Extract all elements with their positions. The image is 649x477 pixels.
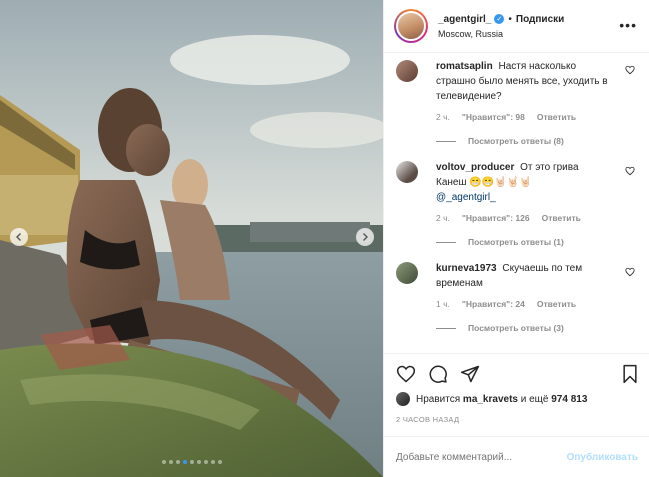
comment-item: kurneva1973 Скучаешь по тем временам 1 ч… xyxy=(396,261,639,309)
reply-button[interactable]: Ответить xyxy=(542,213,581,223)
post-header: _agentgirl_ ✓ • Подписки Moscow, Russia … xyxy=(384,0,649,53)
carousel-indicator xyxy=(0,460,383,464)
beach-photo-image xyxy=(0,0,383,477)
likes-summary[interactable]: Нравится ma_kravets и ещё 974 813 xyxy=(396,392,640,406)
carousel-dot xyxy=(217,460,222,464)
post-side-panel: _agentgirl_ ✓ • Подписки Moscow, Russia … xyxy=(383,0,649,477)
comment-bubble-icon[interactable] xyxy=(428,364,448,384)
add-comment-bar: Опубликовать xyxy=(384,436,649,477)
post-photo[interactable] xyxy=(0,0,383,477)
carousel-dot xyxy=(196,460,201,464)
carousel-dot xyxy=(168,460,173,464)
view-replies-label: Посмотреть ответы (1) xyxy=(468,237,564,247)
view-replies-label: Посмотреть ответы (3) xyxy=(468,323,564,333)
comment-like-count[interactable]: "Нравится": 98 xyxy=(462,112,525,122)
comment-username[interactable]: romatsaplin xyxy=(436,61,493,72)
comment-like-count[interactable]: "Нравится": 24 xyxy=(462,299,525,309)
author-avatar[interactable] xyxy=(396,11,426,41)
comment-time[interactable]: 2 ч. xyxy=(436,112,450,122)
likes-count[interactable]: 974 813 xyxy=(551,394,587,405)
comment-time[interactable]: 1 ч. xyxy=(436,299,450,309)
replies-divider xyxy=(436,241,456,243)
separator-bullet: • xyxy=(508,13,512,25)
carousel-dot xyxy=(210,460,215,464)
mention-link[interactable]: @_agentgirl_ xyxy=(436,192,496,203)
like-comment-heart-icon[interactable] xyxy=(625,65,635,75)
carousel-dot xyxy=(203,460,208,464)
chevron-right-icon xyxy=(363,233,368,241)
publish-comment-button[interactable]: Опубликовать xyxy=(567,452,638,463)
author-username[interactable]: _agentgirl_ xyxy=(438,14,491,25)
likes-middle: и ещё xyxy=(520,393,549,405)
share-paper-plane-icon[interactable] xyxy=(460,364,480,384)
comment-username[interactable]: voltov_producer xyxy=(436,162,514,173)
following-button[interactable]: Подписки xyxy=(516,14,564,25)
replies-divider xyxy=(436,327,456,329)
like-heart-icon[interactable] xyxy=(396,364,416,384)
chevron-left-icon xyxy=(16,233,21,241)
story-ring[interactable] xyxy=(394,9,428,43)
post-timestamp[interactable]: 2 ЧАСОВ НАЗАД xyxy=(396,415,640,424)
like-comment-heart-icon[interactable] xyxy=(625,267,635,277)
post-location[interactable]: Moscow, Russia xyxy=(438,29,564,39)
comment-item: romatsaplin Настя насколько страшно было… xyxy=(396,59,639,122)
carousel-prev-button[interactable] xyxy=(10,228,28,246)
comments-list[interactable]: romatsaplin Настя насколько страшно было… xyxy=(384,53,649,353)
carousel-dot-active xyxy=(182,460,187,464)
reply-button[interactable]: Ответить xyxy=(537,112,576,122)
liker-username[interactable]: ma_kravets xyxy=(463,394,518,405)
comment-item: voltov_producer От это грива Канеш 😁😁🤘🏻🤘… xyxy=(396,160,639,223)
view-replies-button[interactable]: Посмотреть ответы (3) xyxy=(396,323,639,333)
comment-time[interactable]: 2 ч. xyxy=(436,213,450,223)
comment-input[interactable] xyxy=(396,451,567,463)
like-comment-heart-icon[interactable] xyxy=(625,166,635,176)
more-options-icon[interactable]: ••• xyxy=(619,18,637,32)
commenter-avatar[interactable] xyxy=(396,262,418,284)
comment-username[interactable]: kurneva1973 xyxy=(436,263,497,274)
carousel-next-button[interactable] xyxy=(356,228,374,246)
bookmark-icon[interactable] xyxy=(620,364,640,384)
view-replies-button[interactable]: Посмотреть ответы (8) xyxy=(396,136,639,146)
commenter-avatar[interactable] xyxy=(396,60,418,82)
carousel-dot xyxy=(189,460,194,464)
view-replies-button[interactable]: Посмотреть ответы (1) xyxy=(396,237,639,247)
carousel-dot xyxy=(175,460,180,464)
carousel-dot xyxy=(161,460,166,464)
verified-badge-icon: ✓ xyxy=(494,14,505,24)
reply-button[interactable]: Ответить xyxy=(537,299,576,309)
commenter-avatar[interactable] xyxy=(396,161,418,183)
liker-avatar xyxy=(396,392,410,406)
likes-prefix: Нравится xyxy=(416,393,461,405)
view-replies-label: Посмотреть ответы (8) xyxy=(468,136,564,146)
replies-divider xyxy=(436,140,456,142)
post-actions: Нравится ma_kravets и ещё 974 813 2 ЧАСО… xyxy=(384,353,649,424)
comment-like-count[interactable]: "Нравится": 126 xyxy=(462,213,530,223)
